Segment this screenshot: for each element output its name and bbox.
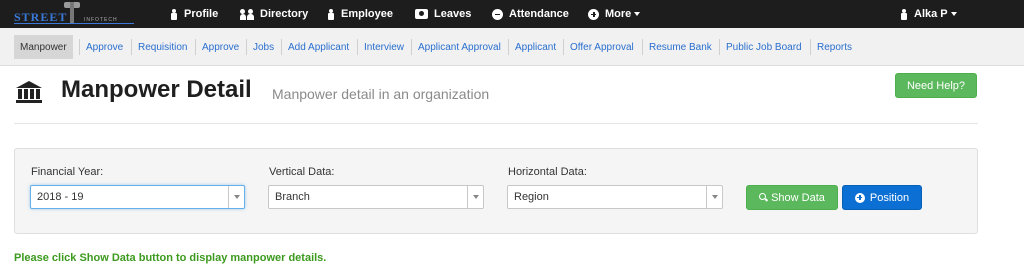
horizontal-data-select[interactable]: Region (507, 185, 723, 209)
financial-year-value: 2018 - 19 (37, 191, 84, 203)
nav-employee-label: Employee (341, 8, 393, 20)
financial-year-label: Financial Year: (31, 166, 104, 178)
user-icon (900, 8, 908, 20)
horizontal-data-label: Horizontal Data: (508, 166, 587, 178)
nav-profile[interactable]: Profile (170, 0, 218, 28)
info-message: Please click Show Data button to display… (14, 252, 327, 264)
minus-circle-icon (492, 8, 503, 20)
chevron-down-icon (706, 186, 722, 208)
tab-applicant-approval[interactable]: Applicant Approval (412, 35, 507, 59)
caret-down-icon (950, 12, 957, 16)
page-title: Manpower Detail (61, 76, 252, 103)
tab-reports[interactable]: Reports (811, 35, 858, 59)
tab-jobs[interactable]: Jobs (247, 35, 280, 59)
position-button[interactable]: Position (842, 185, 922, 210)
tab-manpower[interactable]: Manpower (14, 35, 73, 59)
bank-icon (16, 81, 42, 103)
tab-interview[interactable]: Interview (358, 35, 410, 59)
camera-icon (415, 9, 428, 19)
vertical-data-label: Vertical Data: (269, 166, 335, 178)
need-help-button[interactable]: Need Help? (895, 73, 977, 98)
chevron-down-icon (228, 186, 244, 208)
header-divider (14, 123, 978, 124)
person-icon (327, 8, 335, 20)
users-icon (240, 8, 254, 20)
sub-navbar: Manpower Approve Requisition Approve Job… (0, 28, 1024, 66)
tab-resume-bank[interactable]: Resume Bank (643, 35, 718, 59)
search-icon (759, 193, 768, 202)
plus-circle-icon (854, 192, 865, 203)
nav-directory[interactable]: Directory (240, 0, 308, 28)
vertical-data-select[interactable]: Branch (268, 185, 484, 209)
tab-public-job-board[interactable]: Public Job Board (720, 35, 808, 59)
chevron-down-icon (467, 186, 483, 208)
financial-year-select[interactable]: 2018 - 19 (30, 185, 245, 209)
logo-subtext: INFOTECH (84, 17, 118, 23)
nav-leaves-label: Leaves (434, 8, 472, 20)
nav-profile-label: Profile (184, 8, 219, 20)
tab-requisition[interactable]: Requisition (132, 35, 193, 59)
user-name: Alka P (914, 8, 948, 20)
user-menu[interactable]: Alka P (900, 0, 957, 28)
tab-approve-2[interactable]: Approve (196, 35, 245, 59)
person-icon (170, 8, 178, 20)
page-subtitle: Manpower detail in an organization (272, 86, 490, 102)
nav-employee[interactable]: Employee (327, 0, 393, 28)
company-logo[interactable]: STREET INFOTECH (10, 2, 140, 26)
tab-applicant[interactable]: Applicant (509, 35, 562, 59)
nav-more-label: More (605, 8, 632, 20)
nav-leaves[interactable]: Leaves (415, 0, 471, 28)
tab-offer-approval[interactable]: Offer Approval (564, 35, 640, 59)
nav-attendance-label: Attendance (509, 8, 569, 20)
tab-approve[interactable]: Approve (80, 35, 129, 59)
logo-underline (14, 23, 134, 24)
nav-attendance[interactable]: Attendance (492, 0, 569, 28)
horizontal-data-value: Region (514, 191, 549, 203)
nav-more-dropdown[interactable]: More (588, 0, 641, 28)
position-label: Position (869, 191, 910, 204)
show-data-label: Show Data (771, 191, 825, 204)
plus-circle-icon (588, 8, 599, 20)
nav-directory-label: Directory (260, 8, 309, 20)
top-navbar: STREET INFOTECH Profile Directory Employ… (0, 0, 1024, 28)
show-data-button[interactable]: Show Data (746, 185, 838, 210)
caret-down-icon (634, 12, 641, 16)
vertical-data-value: Branch (275, 191, 310, 203)
lamp-post-icon (70, 2, 74, 24)
tab-add-applicant[interactable]: Add Applicant (282, 35, 355, 59)
